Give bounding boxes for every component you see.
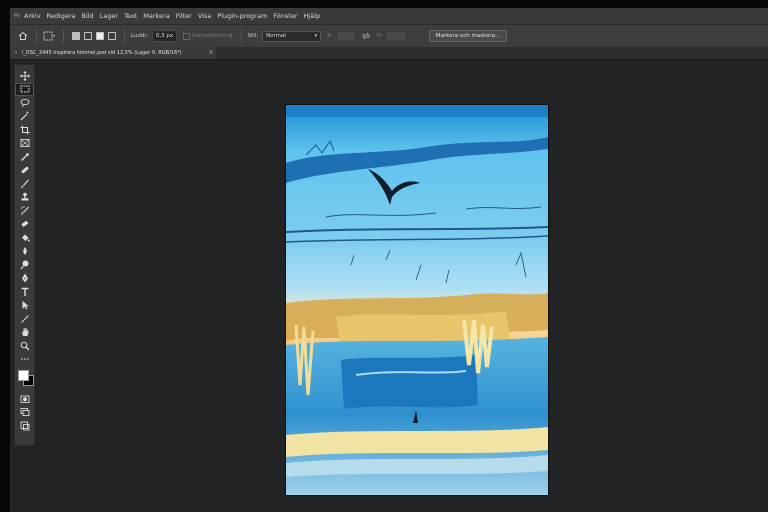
marquee-tool-icon[interactable] [15, 82, 34, 96]
swap-dimensions-icon[interactable] [361, 32, 371, 40]
add-to-selection-icon[interactable] [84, 32, 92, 40]
new-selection-icon[interactable] [72, 32, 80, 40]
home-icon[interactable] [18, 31, 28, 41]
healing-brush-tool-icon[interactable] [15, 164, 34, 178]
subtract-from-selection-icon[interactable] [96, 32, 104, 40]
options-bar: Luddi: 0,3 px Kantutjämning Stil: Normal… [10, 24, 768, 48]
menu-bild[interactable]: Bild [81, 12, 93, 20]
menu-hjalp[interactable]: Hjälp [304, 12, 321, 20]
menu-markera[interactable]: Markera [143, 12, 169, 20]
canvas-artwork[interactable] [286, 105, 548, 495]
menu-text[interactable]: Text [124, 12, 137, 20]
style-select-value: Normal [266, 32, 286, 39]
history-brush-tool-icon[interactable] [15, 204, 34, 218]
menu-fonster[interactable]: Fönster [273, 12, 297, 20]
style-label: Stil: [247, 33, 259, 39]
divider [240, 29, 242, 43]
color-swatches [15, 366, 34, 392]
width-label: B: [327, 33, 333, 39]
menu-arkiv[interactable]: Arkiv [24, 12, 41, 20]
line-tool-icon[interactable] [15, 312, 34, 326]
brush-tool-icon[interactable] [15, 177, 34, 191]
divider [36, 29, 37, 43]
close-icon[interactable]: × [206, 47, 216, 59]
zoom-tool-icon[interactable] [15, 339, 34, 353]
antialias-checkbox[interactable]: Kantutjämning [183, 32, 233, 40]
select-and-mask-button[interactable]: Markera och maskera... [428, 30, 508, 42]
width-input[interactable] [336, 32, 355, 40]
pen-tool-icon[interactable] [15, 272, 34, 286]
menu-plugin-program[interactable]: Plugin-program [217, 12, 267, 20]
menu-visa[interactable]: Visa [198, 12, 211, 20]
tools-panel [14, 64, 35, 446]
divider [63, 29, 64, 43]
menu-redigera[interactable]: Redigera [47, 12, 76, 20]
document-tab-bar: » l_DSC_3445 Inspirera himmel.psd vid 12… [10, 47, 768, 60]
feather-label: Luddi: [131, 33, 148, 39]
height-input[interactable] [386, 32, 405, 40]
document-tab[interactable]: » l_DSC_3445 Inspirera himmel.psd vid 12… [10, 47, 216, 59]
eyedropper-tool-icon[interactable] [15, 150, 34, 164]
height-label: H: [376, 33, 383, 39]
eraser-tool-icon[interactable] [15, 218, 34, 232]
blur-tool-icon[interactable] [15, 245, 34, 259]
edit-toolbar-icon[interactable] [15, 419, 34, 433]
magic-wand-tool-icon[interactable] [15, 110, 34, 124]
quick-mask-icon[interactable] [15, 392, 34, 406]
intersect-selection-icon[interactable] [108, 32, 116, 40]
divider [124, 29, 125, 43]
collapse-panels-icon[interactable]: » [10, 47, 22, 59]
paint-bucket-tool-icon[interactable] [15, 231, 34, 245]
menu-filter[interactable]: Filter [176, 12, 192, 20]
document-tab-title: l_DSC_3445 Inspirera himmel.psd vid 12,5… [22, 50, 182, 56]
dodge-tool-icon[interactable] [15, 258, 34, 272]
more-tools-icon[interactable] [15, 353, 34, 367]
path-selection-tool-icon[interactable] [15, 299, 34, 313]
crop-tool-icon[interactable] [15, 123, 34, 137]
style-select[interactable]: Normal ▾ [262, 30, 322, 42]
photoshop-window: Ps Arkiv Redigera Bild Lager Text Marker… [10, 8, 768, 512]
checkbox-icon [183, 32, 191, 40]
screen-mode-icon[interactable] [15, 406, 34, 420]
frame-tool-icon[interactable] [15, 137, 34, 151]
menu-lager[interactable]: Lager [100, 12, 118, 20]
antialias-label: Kantutjämning [192, 33, 233, 39]
move-tool-icon[interactable] [15, 69, 34, 83]
clone-stamp-tool-icon[interactable] [15, 191, 34, 205]
chevron-down-icon: ▾ [314, 32, 318, 39]
type-tool-icon[interactable] [15, 285, 34, 299]
feather-input[interactable]: 0,3 px [151, 30, 178, 42]
marquee-preset-icon[interactable] [43, 31, 55, 41]
foreground-color-swatch[interactable] [18, 370, 29, 381]
app-logo: Ps [13, 13, 21, 19]
lasso-tool-icon[interactable] [15, 96, 34, 110]
hand-tool-icon[interactable] [15, 326, 34, 340]
menu-bar: Ps Arkiv Redigera Bild Lager Text Marker… [10, 8, 768, 24]
